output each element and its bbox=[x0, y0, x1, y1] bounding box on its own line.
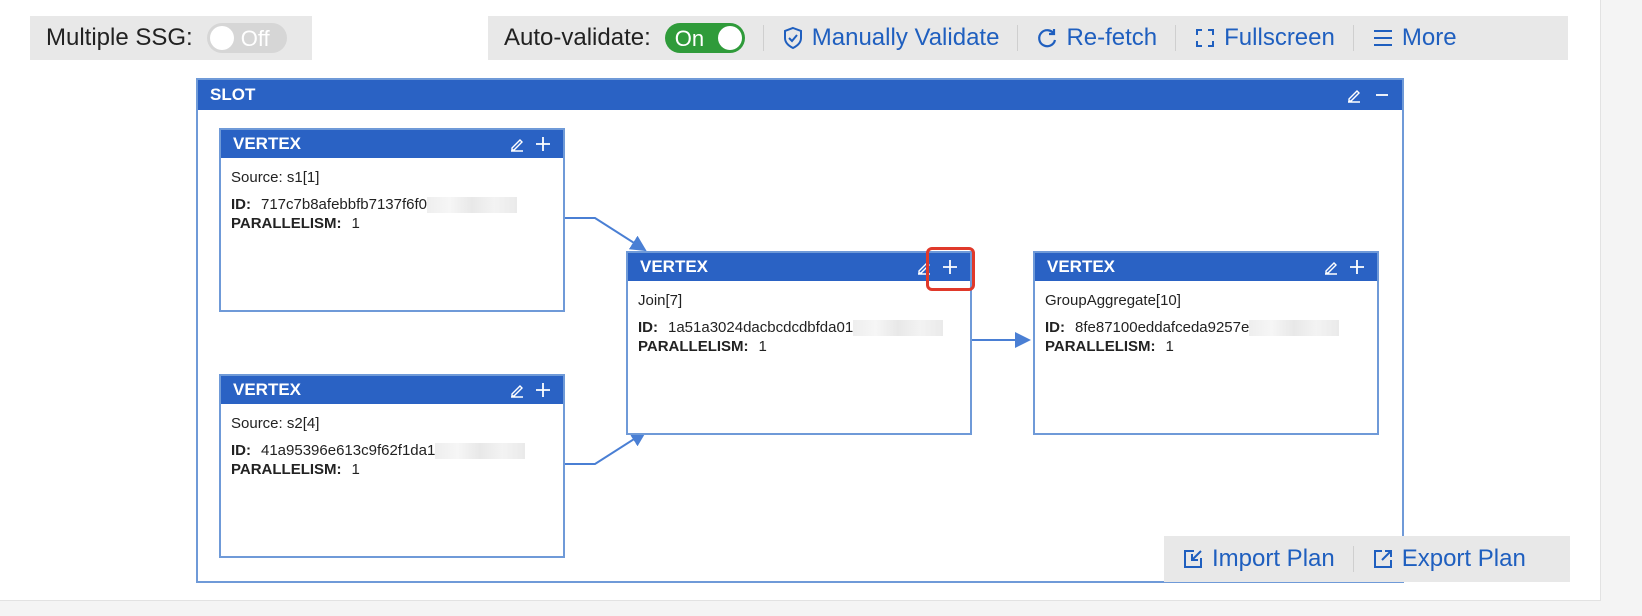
id-label: ID: bbox=[1045, 319, 1065, 336]
import-icon bbox=[1184, 550, 1202, 568]
more-label: More bbox=[1401, 24, 1457, 51]
fullscreen-icon bbox=[1196, 29, 1215, 47]
menu-icon bbox=[1373, 30, 1392, 46]
multiple-ssg-bar: Multiple SSG: Off bbox=[30, 16, 312, 60]
shield-check-icon bbox=[783, 26, 802, 50]
edit-icon[interactable] bbox=[509, 382, 525, 398]
import-plan-label: Import Plan bbox=[1212, 545, 1335, 572]
parallelism-value: 1 bbox=[758, 338, 767, 355]
refetch-button[interactable]: Re-fetch bbox=[1036, 24, 1157, 52]
plan-toolbar: Import Plan Export Plan bbox=[1164, 536, 1570, 582]
export-plan-button[interactable]: Export Plan bbox=[1372, 545, 1526, 573]
vertex-id: 41a95396e613c9f62f1da1 bbox=[261, 442, 436, 459]
add-icon[interactable] bbox=[535, 382, 551, 398]
toggle-state-label: On bbox=[674, 26, 705, 51]
vertex-id: 717c7b8afebbfb7137f6f0 bbox=[261, 196, 427, 213]
parallelism-value: 1 bbox=[351, 215, 360, 232]
vertex-name: Source: s2[4] bbox=[231, 415, 320, 432]
collapse-icon[interactable] bbox=[1374, 87, 1390, 103]
fullscreen-label: Fullscreen bbox=[1224, 24, 1335, 51]
parallelism-label: PARALLELISM: bbox=[231, 215, 342, 232]
vertex-header: VERTEX bbox=[628, 253, 970, 281]
vertex-source-s2[interactable]: VERTEX Source: s2[4] ID: 41a95396e613c9f6… bbox=[219, 374, 565, 558]
toolbar-divider bbox=[1352, 546, 1354, 572]
parallelism-label: PARALLELISM: bbox=[1045, 338, 1156, 355]
toolbar-divider bbox=[1017, 25, 1019, 51]
redacted-blur bbox=[427, 197, 517, 214]
vertex-header: VERTEX bbox=[221, 130, 563, 158]
redacted-blur bbox=[1249, 320, 1340, 337]
vertex-id: 8fe87100eddafceda9257e bbox=[1075, 319, 1250, 336]
multiple-ssg-toggle[interactable]: Off bbox=[206, 23, 287, 53]
auto-validate-toggle[interactable]: On bbox=[664, 23, 745, 53]
toolbar-divider bbox=[762, 25, 764, 51]
id-label: ID: bbox=[638, 319, 658, 336]
highlight-add-button bbox=[926, 247, 975, 291]
id-label: ID: bbox=[231, 442, 251, 459]
vertex-title: VERTEX bbox=[233, 380, 302, 399]
vertex-id: 1a51a3024dacbcdcdbfda01 bbox=[668, 319, 854, 336]
redacted-blur bbox=[435, 443, 526, 460]
vertex-title: VERTEX bbox=[640, 257, 709, 276]
more-button[interactable]: More bbox=[1372, 24, 1457, 52]
slot-title: SLOT bbox=[210, 85, 256, 104]
toggle-state-label: Off bbox=[240, 26, 270, 51]
import-plan-button[interactable]: Import Plan bbox=[1182, 545, 1335, 573]
export-plan-label: Export Plan bbox=[1401, 545, 1526, 572]
refetch-label: Re-fetch bbox=[1066, 24, 1158, 51]
fullscreen-button[interactable]: Fullscreen bbox=[1194, 24, 1335, 52]
add-icon[interactable] bbox=[1349, 259, 1365, 275]
parallelism-value: 1 bbox=[351, 461, 360, 478]
vertex-name: GroupAggregate[10] bbox=[1045, 292, 1181, 309]
vertex-name: Source: s1[1] bbox=[231, 169, 320, 186]
vertex-join[interactable]: VERTEX Join[7] ID: 1a51a3024dacbcdcdbfda0… bbox=[626, 251, 972, 435]
vertex-title: VERTEX bbox=[1047, 257, 1116, 276]
vertex-source-s1[interactable]: VERTEX Source: s1[1] ID: 717c7b8afebbfb71… bbox=[219, 128, 565, 312]
toggle-knob bbox=[209, 26, 234, 50]
vertex-header: VERTEX bbox=[221, 376, 563, 404]
parallelism-label: PARALLELISM: bbox=[638, 338, 749, 355]
graph-toolbar: Auto-validate: On Manually Validate Re-f… bbox=[488, 16, 1568, 60]
edit-icon[interactable] bbox=[1323, 259, 1339, 275]
export-icon bbox=[1373, 550, 1392, 568]
slot-header: SLOT bbox=[198, 80, 1402, 110]
job-graph-canvas: Multiple SSG: Off Auto-validate: On Manu… bbox=[0, 0, 1601, 601]
edit-icon[interactable] bbox=[509, 136, 525, 152]
vertex-group-aggregate[interactable]: VERTEX GroupAggregate[10] ID: 8fe87100edd… bbox=[1033, 251, 1379, 435]
auto-validate-label: Auto-validate: bbox=[504, 24, 651, 51]
manually-validate-button[interactable]: Manually Validate bbox=[782, 24, 1000, 52]
vertex-title: VERTEX bbox=[233, 134, 302, 153]
manually-validate-label: Manually Validate bbox=[811, 24, 1000, 51]
toolbar-divider bbox=[1175, 25, 1177, 51]
parallelism-label: PARALLELISM: bbox=[231, 461, 342, 478]
toggle-knob bbox=[717, 26, 742, 50]
vertex-name: Join[7] bbox=[638, 292, 683, 309]
vertex-header: VERTEX bbox=[1035, 253, 1377, 281]
redacted-blur bbox=[853, 320, 944, 337]
edit-icon[interactable] bbox=[1346, 87, 1362, 103]
refresh-icon bbox=[1038, 29, 1057, 48]
toolbar-divider bbox=[1352, 25, 1354, 51]
add-icon[interactable] bbox=[535, 136, 551, 152]
multiple-ssg-label: Multiple SSG: bbox=[46, 24, 193, 51]
id-label: ID: bbox=[231, 196, 251, 213]
parallelism-value: 1 bbox=[1165, 338, 1174, 355]
